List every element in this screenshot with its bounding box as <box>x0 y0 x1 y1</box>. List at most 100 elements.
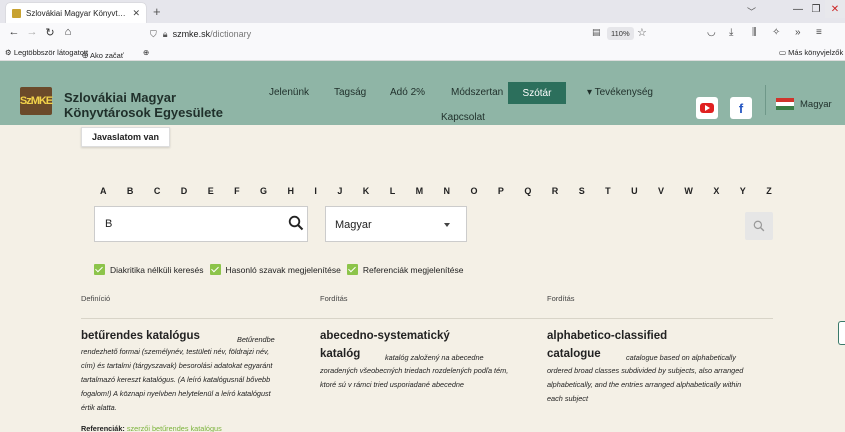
facebook-icon[interactable]: f <box>730 97 752 119</box>
new-tab-icon[interactable]: + <box>153 4 161 19</box>
alphabet-letter[interactable]: D <box>181 186 188 196</box>
entry-term-hu: betűrendes katalógus <box>81 330 200 342</box>
alphabet-letter[interactable]: W <box>684 186 693 196</box>
alphabet-letter[interactable]: J <box>337 186 342 196</box>
tab-title: Szlovákiai Magyar Könyvtárosok Egyesület… <box>26 8 129 18</box>
language-switcher[interactable]: Magyar <box>800 99 832 110</box>
option-show-references[interactable]: Referenciák megjelenítése <box>346 264 463 275</box>
extensions-icon[interactable]: ✧ <box>772 27 780 38</box>
browser-tab-bar: Szlovákiai Magyar Könyvtárosok Egyesület… <box>0 0 845 23</box>
alphabet-letter[interactable]: U <box>631 186 638 196</box>
search-options: Diakritika nélküli keresés Hasonló szava… <box>94 264 469 275</box>
menu-item-jelenunk[interactable]: Jelenünk <box>269 87 309 98</box>
alphabet-letter[interactable]: B <box>127 186 134 196</box>
checkbox-checked-icon[interactable] <box>94 264 105 275</box>
alphabet-letter[interactable]: S <box>579 186 585 196</box>
search-submit-button[interactable] <box>745 212 773 240</box>
back-arrow-icon[interactable]: ← <box>6 26 22 38</box>
site-logo[interactable]: SzMKE <box>20 87 53 115</box>
reader-view-icon[interactable]: ▤ <box>592 27 601 38</box>
alphabet-letter[interactable]: T <box>605 186 611 196</box>
menu-item-tevekenyseg[interactable]: ▾ Tevékenység <box>587 87 653 98</box>
entry-references: Referenciák: szerzői betűrendes katalógu… <box>81 424 222 432</box>
alphabet-letter[interactable]: Z <box>766 186 772 196</box>
url-bar[interactable]: ⛉ 🔒︎ szmke.sk/dictionary <box>150 26 650 42</box>
search-input[interactable] <box>105 218 275 230</box>
entry-definition: rendezhető formai (személynév, testületi… <box>81 347 273 412</box>
alphabet-letter[interactable]: L <box>390 186 396 196</box>
alphabet-letter[interactable]: R <box>552 186 559 196</box>
window-maximize-icon[interactable]: ❐ <box>807 0 825 18</box>
menu-item-ado[interactable]: Adó 2% <box>390 87 425 98</box>
column-header-definition: Definíció <box>81 294 111 303</box>
alphabet-letter[interactable]: P <box>498 186 504 196</box>
menu-item-kapcsolat[interactable]: Kapcsolat <box>441 112 485 123</box>
bookmarks-bar: ⚙ Legtöbbször látogatott 🜨 Ako začať ⊕ ▭… <box>0 45 845 61</box>
home-icon[interactable]: ⌂ <box>60 26 76 38</box>
language-select-value: Magyar <box>335 219 372 231</box>
youtube-icon[interactable] <box>696 97 718 119</box>
alphabet-letter[interactable]: Y <box>740 186 746 196</box>
alphabet-letter[interactable]: E <box>208 186 214 196</box>
library-icon[interactable]: ⫼ <box>752 27 757 38</box>
header-divider <box>765 85 766 115</box>
window-minimize-icon[interactable]: — <box>789 0 807 18</box>
alphabet-letter[interactable]: I <box>314 186 317 196</box>
browser-nav-bar: ← → ↻ ⌂ ⛉ 🔒︎ szmke.sk/dictionary <box>0 23 845 45</box>
url-path: /dictionary <box>210 29 252 39</box>
window-close-icon[interactable]: ✕ <box>825 0 845 18</box>
caret-down-icon <box>444 223 450 227</box>
alphabet-letter[interactable]: V <box>658 186 664 196</box>
shield-icon: ⛉ <box>150 28 157 39</box>
alphabet-letter[interactable]: G <box>260 186 267 196</box>
alphabet-letter[interactable]: A <box>100 186 107 196</box>
menu-item-modszertan[interactable]: Módszertan <box>451 87 503 98</box>
alphabet-letter[interactable]: C <box>154 186 161 196</box>
checkbox-checked-icon[interactable] <box>209 264 221 275</box>
lock-icon: 🔒︎ <box>162 28 168 39</box>
search-box[interactable] <box>94 206 308 242</box>
alphabet-letter[interactable]: X <box>713 186 719 196</box>
reference-link[interactable]: szerzői betűrendes katalógus <box>127 424 222 432</box>
menu-item-tagsag[interactable]: Tagság <box>334 87 366 98</box>
column-header-translation-en: Fordítás <box>547 294 575 303</box>
site-name[interactable]: Szlovákiai Magyar Könyvtárosok Egyesület… <box>64 90 223 120</box>
language-select[interactable]: Magyar <box>325 206 467 242</box>
reload-icon[interactable]: ↻ <box>42 26 58 39</box>
menu-hamburger-icon[interactable]: ≡ <box>816 27 822 38</box>
search-icon <box>753 220 765 232</box>
column-header-translation-sk: Fordítás <box>320 294 348 303</box>
alphabet-letter[interactable]: F <box>234 186 240 196</box>
alphabet-letter[interactable]: M <box>416 186 424 196</box>
alphabet-letter[interactable]: K <box>363 186 370 196</box>
side-widget-tab[interactable] <box>838 321 845 345</box>
suggest-button[interactable]: Javaslatom van <box>81 127 170 147</box>
bookmark-other[interactable]: ▭ Más könyvjelzők <box>779 48 843 57</box>
menu-item-szotar[interactable]: Szótár <box>508 82 566 104</box>
table-divider <box>81 318 773 319</box>
checkbox-checked-icon[interactable] <box>346 264 358 275</box>
download-icon[interactable]: ⤓ <box>729 27 733 38</box>
overflow-chevron-icon[interactable]: » <box>795 27 801 38</box>
close-tab-icon[interactable]: ✕ <box>132 8 140 19</box>
bookmark-globe-icon[interactable]: ⊕ <box>143 48 149 57</box>
alphabet-index: A B C D E F G H I J K L M N O P Q R S T U V W X Y Z <box>100 186 772 196</box>
entry-translation-sk-start: katalóg založený na abecedne <box>385 353 484 362</box>
site-favicon-icon <box>12 8 21 18</box>
search-icon[interactable] <box>288 215 304 231</box>
bookmark-most-visited[interactable]: ⚙ Legtöbbször látogatott <box>5 48 88 57</box>
alphabet-letter[interactable]: Q <box>524 186 531 196</box>
alphabet-letter[interactable]: H <box>287 186 294 196</box>
alphabet-letter[interactable]: O <box>470 186 477 196</box>
browser-tab[interactable]: Szlovákiai Magyar Könyvtárosok Egyesület… <box>6 3 146 23</box>
entry-term-en: alphabetico-classified <box>547 330 668 342</box>
alphabet-letter[interactable]: N <box>444 186 451 196</box>
pocket-icon[interactable]: ◡ <box>707 27 716 38</box>
option-similar-words[interactable]: Hasonló szavak megjelenítése <box>209 264 341 275</box>
zoom-level[interactable]: 110% <box>607 27 634 40</box>
bookmark-star-icon[interactable]: ☆ <box>637 26 647 39</box>
hungarian-flag-icon[interactable] <box>776 98 794 110</box>
option-no-diacritics[interactable]: Diakritika nélküli keresés <box>94 264 204 275</box>
forward-arrow-icon[interactable]: → <box>24 26 40 38</box>
tab-list-chevron-icon[interactable]: ﹀ <box>747 5 756 18</box>
